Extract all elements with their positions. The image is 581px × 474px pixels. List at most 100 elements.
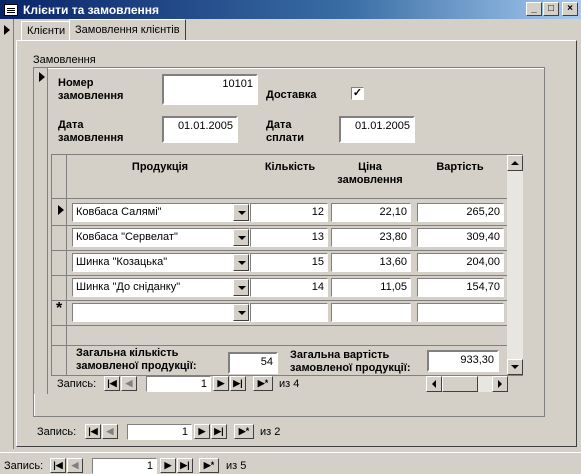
form-icon	[4, 3, 18, 16]
table-row: Шинка "До сніданку" 14 11,05 154,70	[67, 275, 508, 300]
total-quantity-label: Загальна кількість замовленої продукції:	[76, 347, 197, 372]
table-row-new	[67, 300, 508, 325]
orders-current-record-icon	[39, 72, 45, 82]
orders-frame-label: Замовлення	[33, 54, 96, 66]
maximize-button[interactable]: □	[543, 2, 559, 16]
dropdown-arrow-icon[interactable]	[233, 304, 249, 321]
scroll-left-icon[interactable]	[426, 376, 442, 392]
scroll-thumb[interactable]	[442, 376, 478, 392]
items-new-record-icon[interactable]: ▶*	[253, 376, 273, 391]
items-prev-record-icon[interactable]: ◀	[121, 376, 137, 391]
quantity-field-new[interactable]	[250, 303, 328, 322]
items-next-record-icon[interactable]: ▶	[213, 376, 229, 391]
orders-new-record-icon[interactable]: ▶*	[234, 424, 254, 439]
payment-date-field[interactable]: 01.01.2005	[339, 116, 415, 143]
total-value-label: Загальна вартість замовленої продукції:	[290, 349, 411, 374]
minimize-button[interactable]: _	[526, 2, 542, 16]
dropdown-arrow-icon[interactable]	[233, 204, 249, 221]
main-first-record-icon[interactable]: |◀	[50, 458, 66, 473]
orders-total-count: 2	[274, 426, 281, 438]
quantity-field[interactable]: 12	[250, 203, 328, 222]
product-value: Ковбаса "Сервелат"	[76, 231, 178, 243]
main-of-label: из	[226, 460, 238, 472]
column-header-total: Вартість	[436, 161, 484, 173]
quantity-field[interactable]: 13	[250, 228, 328, 247]
items-nav-of: из 4	[279, 378, 299, 390]
order-date-label: Дата замовлення	[58, 119, 124, 144]
product-combobox[interactable]: Ковбаса Салямі"	[72, 203, 250, 222]
dropdown-arrow-icon[interactable]	[233, 279, 249, 296]
order-number-field[interactable]: 10101	[162, 74, 258, 105]
items-of-label: из	[279, 378, 291, 390]
current-item-row-icon	[58, 205, 64, 215]
orders-nav-label: Запись:	[37, 426, 77, 438]
orders-of-label: из	[260, 426, 272, 438]
items-vertical-scrollbar[interactable]	[507, 155, 523, 375]
items-last-record-icon[interactable]: ▶|	[230, 376, 246, 391]
product-combobox-new[interactable]	[72, 303, 250, 322]
product-combobox[interactable]: Ковбаса "Сервелат"	[72, 228, 250, 247]
scroll-right-icon[interactable]	[492, 376, 508, 392]
main-record-selector-strip	[0, 19, 14, 449]
dropdown-arrow-icon[interactable]	[233, 254, 249, 271]
main-total-count: 5	[240, 460, 247, 472]
main-next-record-icon[interactable]: ▶	[160, 458, 176, 473]
orders-last-record-icon[interactable]: ▶|	[211, 424, 227, 439]
table-row: Ковбаса Салямі" 12 22,10 265,20	[67, 200, 508, 225]
product-combobox[interactable]: Шинка "До сніданку"	[72, 278, 250, 297]
items-first-record-icon[interactable]: |◀	[104, 376, 120, 391]
close-button[interactable]: ×	[562, 2, 578, 16]
items-record-number-field[interactable]: 1	[146, 376, 211, 392]
total-field[interactable]: 265,20	[417, 203, 504, 222]
dropdown-arrow-icon[interactable]	[233, 229, 249, 246]
quantity-field[interactable]: 14	[250, 278, 328, 297]
scroll-down-icon[interactable]	[507, 359, 523, 375]
product-value: Шинка "До сніданку"	[76, 281, 181, 293]
orders-prev-record-icon[interactable]: ◀	[102, 424, 118, 439]
total-quantity-field: 54	[228, 352, 278, 374]
price-field[interactable]: 22,10	[331, 203, 411, 222]
main-prev-record-icon[interactable]: ◀	[67, 458, 83, 473]
total-field[interactable]: 309,40	[417, 228, 504, 247]
price-field[interactable]: 13,60	[331, 253, 411, 272]
delivery-checkbox[interactable]: ✓	[351, 87, 364, 100]
quantity-field[interactable]: 15	[250, 253, 328, 272]
items-total-count: 4	[293, 378, 300, 390]
items-nav-label: Запись:	[57, 378, 97, 390]
main-record-number-field[interactable]: 1	[92, 458, 157, 474]
main-nav-label: Запись:	[4, 460, 44, 472]
scroll-up-icon[interactable]	[507, 155, 523, 171]
price-field[interactable]: 23,80	[331, 228, 411, 247]
table-row: Шинка "Козацька" 15 13,60 204,00	[67, 250, 508, 275]
table-row: Ковбаса "Сервелат" 13 23,80 309,40	[67, 225, 508, 250]
orders-record-selector[interactable]	[34, 68, 48, 394]
column-header-price: Ціна замовлення	[337, 161, 403, 186]
orders-first-record-icon[interactable]: |◀	[85, 424, 101, 439]
order-date-field[interactable]: 01.01.2005	[162, 116, 238, 143]
total-field-new[interactable]	[417, 303, 504, 322]
new-record-marker: *	[56, 300, 63, 317]
product-value: Шинка "Козацька"	[76, 256, 168, 268]
price-field[interactable]: 11,05	[331, 278, 411, 297]
column-header-quantity: Кількість	[264, 161, 316, 173]
order-number-label: Номер замовлення	[58, 77, 124, 102]
row-divider	[52, 325, 508, 326]
column-header-product: Продукція	[131, 161, 189, 173]
orders-nav-of: из 2	[260, 426, 280, 438]
main-nav-of: из 5	[226, 460, 246, 472]
total-field[interactable]: 154,70	[417, 278, 504, 297]
total-value-field: 933,30	[427, 350, 499, 372]
main-last-record-icon[interactable]: ▶|	[177, 458, 193, 473]
delivery-label: Доставка	[266, 89, 317, 101]
orders-record-number-field[interactable]: 1	[127, 424, 192, 440]
footer-divider	[52, 345, 508, 346]
price-field-new[interactable]	[331, 303, 411, 322]
header-divider	[52, 198, 508, 199]
main-new-record-icon[interactable]: ▶*	[199, 458, 219, 473]
orders-next-record-icon[interactable]: ▶	[194, 424, 210, 439]
tab-clients[interactable]: Клієнти	[21, 21, 72, 41]
product-combobox[interactable]: Шинка "Козацька"	[72, 253, 250, 272]
total-field[interactable]: 204,00	[417, 253, 504, 272]
payment-date-label: Дата сплати	[266, 119, 305, 144]
tab-customer-orders[interactable]: Замовлення клієнтів	[69, 19, 186, 41]
